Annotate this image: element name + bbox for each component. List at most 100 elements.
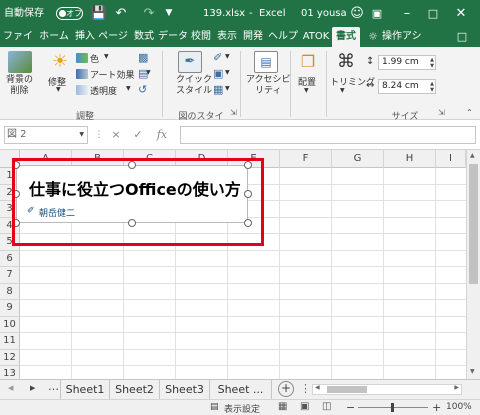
- picture-effects-icon[interactable]: ▣: [213, 67, 223, 80]
- row-header[interactable]: 7: [0, 267, 20, 284]
- tab-page[interactable]: ページ: [98, 27, 128, 47]
- ribbon-display-icon[interactable]: ▣: [368, 0, 386, 27]
- formula-input[interactable]: [180, 126, 476, 144]
- row-header[interactable]: 10: [0, 316, 20, 333]
- column-header[interactable]: F: [280, 150, 332, 168]
- normal-view-icon[interactable]: ▦: [278, 401, 287, 412]
- insert-function-button[interactable]: fx: [150, 126, 174, 144]
- row-gridline: [20, 266, 466, 267]
- vertical-scrollbar[interactable]: ▲ ▼: [466, 150, 480, 379]
- close-icon[interactable]: ✕: [452, 0, 470, 27]
- redo-icon[interactable]: ↷: [140, 0, 158, 27]
- zoom-out-button[interactable]: −: [346, 401, 355, 414]
- tab-help[interactable]: ヘルプ: [266, 27, 300, 47]
- scroll-left-icon[interactable]: ◀: [315, 384, 320, 391]
- corrections-icon[interactable]: ☀: [48, 51, 72, 73]
- row-gridline: [20, 282, 466, 284]
- remove-background-icon[interactable]: [8, 51, 32, 73]
- comment-icon[interactable]: □: [452, 27, 472, 47]
- tell-me-search[interactable]: 操作アシ: [382, 27, 442, 47]
- tab-file[interactable]: ファイル: [0, 27, 36, 62]
- alt-text-icon[interactable]: ▤: [254, 51, 278, 73]
- scroll-down-icon[interactable]: ▼: [470, 368, 475, 375]
- column-header[interactable]: I: [436, 150, 466, 168]
- sheet-tab[interactable]: Sheet2: [110, 380, 160, 399]
- scroll-thumb[interactable]: [327, 386, 367, 393]
- enter-button[interactable]: ✓: [128, 126, 148, 144]
- undo-icon[interactable]: ↶: [112, 0, 130, 27]
- tab-atok[interactable]: ATOK: [300, 27, 332, 47]
- minimize-icon[interactable]: –: [398, 0, 416, 27]
- scroll-right-icon[interactable]: ▶: [454, 384, 459, 391]
- transparency-button[interactable]: 透明度: [90, 84, 117, 97]
- tab-format[interactable]: 書式: [332, 27, 360, 47]
- tab-view[interactable]: 表示: [214, 27, 240, 47]
- row-header[interactable]: 13: [0, 366, 20, 379]
- page-break-view-icon[interactable]: ◫: [322, 401, 331, 412]
- change-picture-icon[interactable]: ▤: [138, 67, 148, 80]
- column-header[interactable]: H: [384, 150, 436, 168]
- tab-insert[interactable]: 挿入: [72, 27, 98, 47]
- picture-layout-icon[interactable]: ▦: [213, 83, 223, 96]
- chevron-down-icon[interactable]: ▼: [79, 127, 84, 143]
- tab-formulas[interactable]: 数式: [130, 27, 158, 47]
- row-header[interactable]: 12: [0, 349, 20, 366]
- height-field[interactable]: 1.99 cm ▲ ▼: [378, 55, 436, 70]
- page-layout-view-icon[interactable]: ▣: [300, 401, 309, 412]
- tab-home[interactable]: ホーム: [36, 27, 72, 47]
- name-box[interactable]: 図 2 ▼: [4, 126, 88, 144]
- more-sheets-icon[interactable]: …: [48, 380, 59, 393]
- row-header[interactable]: 6: [0, 250, 20, 267]
- cancel-button[interactable]: ×: [106, 126, 126, 144]
- quick-styles-icon[interactable]: ✒: [178, 51, 202, 73]
- quick-styles-button[interactable]: クイック スタイル: [176, 75, 212, 97]
- color-button[interactable]: 色: [90, 52, 99, 65]
- artistic-effects-button[interactable]: アート効果: [90, 68, 134, 81]
- scroll-thumb[interactable]: [469, 164, 478, 284]
- autosave-toggle[interactable]: オフ: [56, 7, 83, 20]
- sheet-tab[interactable]: Sheet ...: [210, 380, 272, 399]
- width-field[interactable]: 8.24 cm ▲ ▼: [378, 79, 436, 94]
- row-header[interactable]: 11: [0, 333, 20, 350]
- row-header[interactable]: 8: [0, 283, 20, 300]
- compress-pictures-icon[interactable]: ▩: [138, 51, 148, 64]
- reset-picture-icon[interactable]: ↺: [138, 83, 147, 96]
- user-icon[interactable]: ☺: [348, 0, 366, 27]
- collapse-ribbon-icon[interactable]: ⌃: [466, 108, 473, 117]
- prev-sheet-icon[interactable]: ◀: [8, 384, 13, 392]
- row-gridline: [20, 332, 466, 333]
- row-gridline: [20, 348, 466, 350]
- arrange-icon[interactable]: ❐: [296, 51, 320, 73]
- zoom-level[interactable]: 100%: [446, 402, 472, 412]
- sheet-tab[interactable]: Sheet3: [160, 380, 210, 399]
- tab-developer[interactable]: 開発: [240, 27, 266, 47]
- column-gridline: [279, 168, 280, 379]
- width-spinner[interactable]: ▲ ▼: [430, 81, 434, 93]
- size-dialog-launcher-icon[interactable]: ⇲: [438, 108, 445, 117]
- horizontal-scrollbar[interactable]: ◀ ▶: [312, 384, 462, 395]
- zoom-in-button[interactable]: +: [432, 401, 441, 414]
- crop-icon[interactable]: ⌘: [334, 51, 358, 73]
- scroll-up-icon[interactable]: ▲: [470, 152, 475, 159]
- sheet-tab[interactable]: Sheet1: [60, 380, 110, 399]
- ribbon-tabs: ファイル ホーム 挿入 ページ 数式 データ 校閲 表示 開発 ヘルプ ATOK…: [0, 27, 480, 62]
- display-settings-button[interactable]: 表示設定: [224, 402, 260, 415]
- add-sheet-button[interactable]: +: [278, 381, 294, 397]
- zoom-slider-thumb[interactable]: [391, 403, 394, 412]
- maximize-icon[interactable]: □: [424, 0, 442, 27]
- height-icon: ↕: [366, 56, 375, 67]
- user-name[interactable]: 01 yousa: [301, 0, 347, 27]
- remove-background-button[interactable]: 背景の 削除: [6, 75, 33, 97]
- split-handle-icon[interactable]: ⋮: [300, 382, 311, 395]
- column-header[interactable]: G: [332, 150, 384, 168]
- row-header[interactable]: 9: [0, 300, 20, 317]
- accessibility-button[interactable]: アクセシビ リティ: [246, 75, 291, 97]
- next-sheet-icon[interactable]: ▶: [30, 384, 35, 392]
- tab-review[interactable]: 校閲: [188, 27, 214, 47]
- tab-data[interactable]: データ: [158, 27, 188, 47]
- save-icon[interactable]: 💾: [90, 0, 108, 27]
- qat-more-icon[interactable]: ▼: [160, 0, 178, 27]
- height-spinner[interactable]: ▲ ▼: [430, 57, 434, 69]
- dialog-launcher-icon[interactable]: ⇲: [230, 108, 237, 117]
- picture-border-icon[interactable]: ✐: [213, 51, 222, 64]
